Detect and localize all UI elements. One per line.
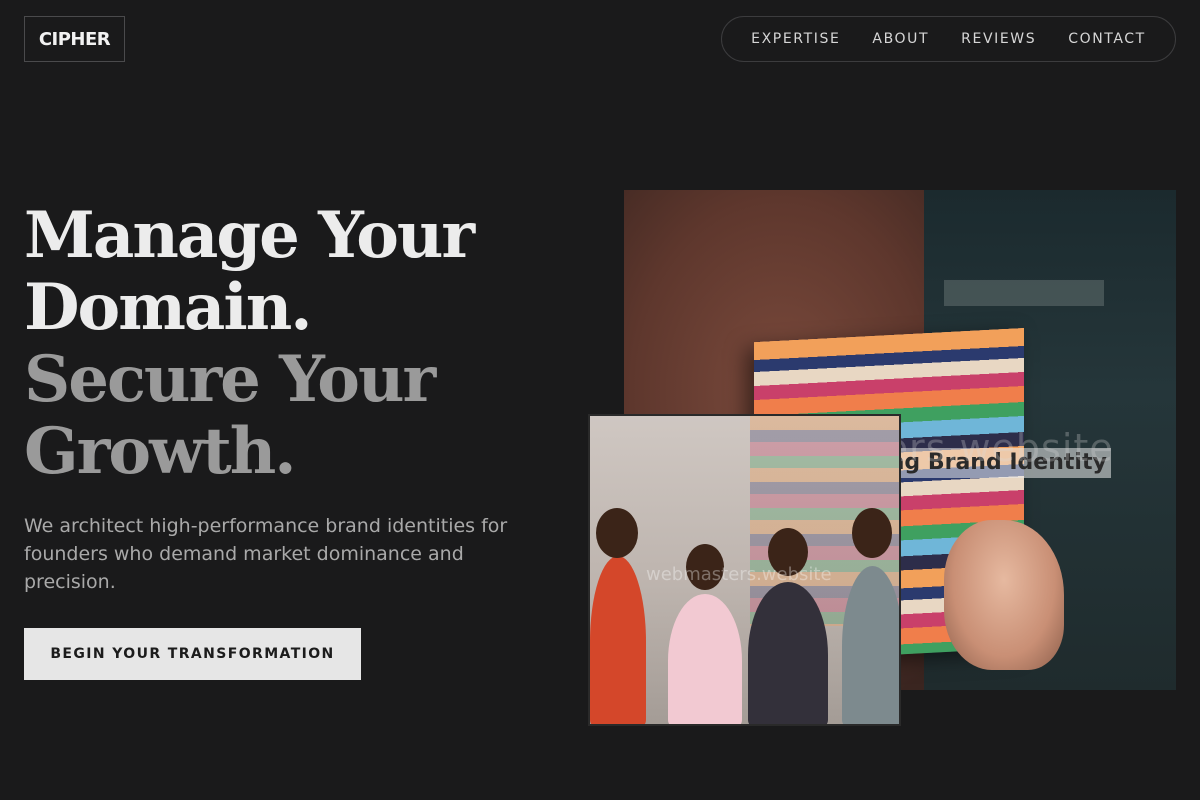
main-nav: EXPERTISE ABOUT REVIEWS CONTACT: [721, 16, 1176, 62]
headline-line-4: Growth.: [24, 414, 297, 489]
hero-headline: Manage Your Domain. Secure Your Growth.: [24, 198, 475, 489]
image-watermark-small: webmasters.website: [646, 564, 832, 585]
person-figure: [668, 544, 742, 724]
person-figure: [748, 528, 828, 724]
photo-hand: [944, 520, 1064, 670]
landing-page: CIPHER EXPERTISE ABOUT REVIEWS CONTACT M…: [0, 0, 1200, 800]
person-head: [852, 508, 892, 558]
nav-link-expertise[interactable]: EXPERTISE: [751, 31, 840, 47]
begin-transformation-button[interactable]: BEGIN YOUR TRANSFORMATION: [24, 628, 361, 680]
hero-secondary-photo: webmasters.website: [588, 414, 901, 726]
hero-subtext: We architect high-performance brand iden…: [24, 515, 508, 593]
nav-link-about[interactable]: ABOUT: [872, 31, 929, 47]
brand-logo[interactable]: CIPHER: [24, 16, 125, 62]
nav-link-contact[interactable]: CONTACT: [1068, 31, 1146, 47]
headline-line-3: Secure Your: [24, 342, 436, 417]
photo-shelf: [944, 280, 1104, 306]
headline-line-1: Manage Your: [24, 198, 475, 273]
nav-link-reviews[interactable]: REVIEWS: [961, 31, 1036, 47]
person-figure: [590, 508, 646, 724]
headline-line-2: Domain.: [24, 270, 313, 345]
person-figure: [842, 508, 899, 724]
person-head: [596, 508, 638, 558]
